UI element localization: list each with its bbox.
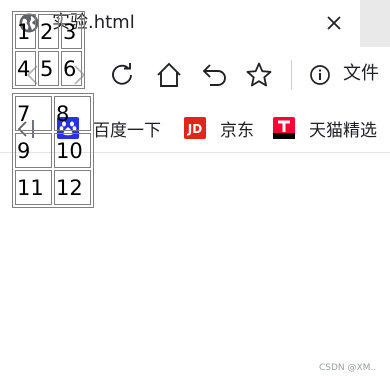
site-info-label[interactable]: 文件 — [343, 61, 379, 87]
close-icon[interactable] — [323, 12, 345, 34]
reload-icon[interactable] — [109, 61, 137, 89]
table-row: 9 10 — [15, 133, 91, 168]
toolbar-separator — [291, 60, 292, 90]
bookmark-label: 京东 — [220, 120, 254, 141]
table-row: 4 5 6 — [15, 51, 82, 86]
jd-logo-icon: JD — [184, 117, 206, 139]
number-table-1: 1 2 3 4 5 6 — [12, 11, 85, 89]
table-cell: 3 — [61, 14, 82, 49]
table-cell: 7 — [15, 96, 52, 131]
table-cell: 8 — [54, 96, 91, 131]
tmall-logo-icon — [273, 117, 295, 139]
bookmark-tmall[interactable]: 天猫精选 — [273, 115, 377, 141]
undo-icon[interactable] — [201, 61, 229, 89]
table-cell: 1 — [15, 14, 36, 49]
table-row: 11 12 — [15, 170, 91, 205]
table-cell: 9 — [15, 133, 52, 168]
info-icon[interactable] — [306, 61, 334, 89]
watermark: CSDN @XM.. — [319, 363, 377, 373]
bookmark-jd[interactable]: JD 京东 — [184, 115, 254, 141]
number-table-2: 7 8 9 10 11 12 — [12, 93, 94, 208]
table-row: 7 8 — [15, 96, 91, 131]
new-tab-area[interactable] — [360, 0, 390, 47]
table-cell: 11 — [15, 170, 52, 205]
table-cell: 10 — [54, 133, 91, 168]
home-icon[interactable] — [155, 61, 183, 89]
table-cell: 2 — [38, 14, 59, 49]
table-cell: 4 — [15, 51, 36, 86]
favorite-star-icon[interactable] — [245, 61, 273, 89]
bookmark-label: 天猫精选 — [309, 120, 377, 141]
table-cell: 12 — [54, 170, 91, 205]
table-cell: 5 — [38, 51, 59, 86]
table-row: 1 2 3 — [15, 14, 82, 49]
svg-text:JD: JD — [187, 122, 202, 136]
table-cell: 6 — [61, 51, 82, 86]
bookmark-label: 百度一下 — [93, 120, 161, 141]
